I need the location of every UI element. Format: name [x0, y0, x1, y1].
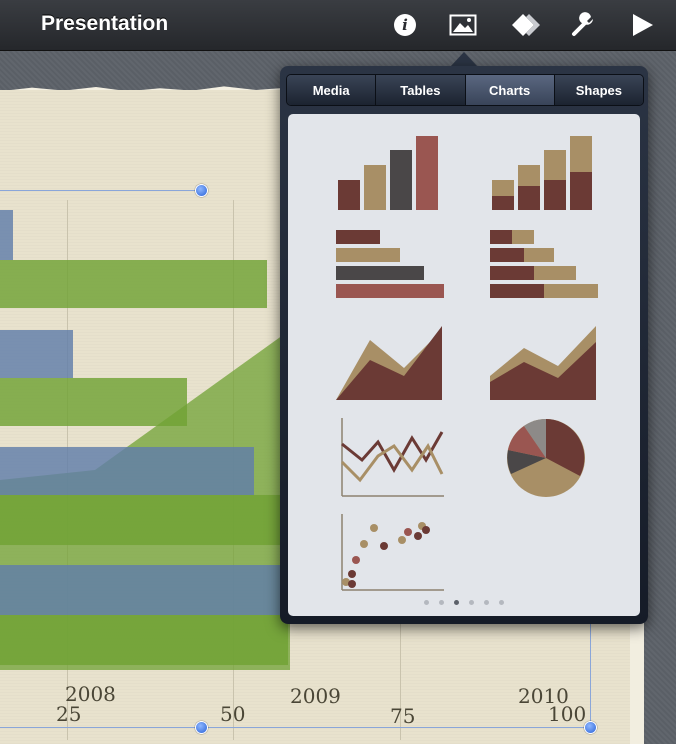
tab-shapes[interactable]: Shapes	[554, 75, 643, 105]
insert-tabs: Media Tables Charts Shapes	[286, 74, 644, 106]
selection-border-right	[590, 620, 591, 727]
stacked-area-chart-icon[interactable]	[488, 320, 600, 404]
svg-text:i: i	[402, 16, 408, 34]
chart-bar	[0, 260, 267, 308]
line-chart-icon[interactable]	[334, 416, 446, 500]
axis-label-tick: 50	[220, 702, 246, 726]
chart-bar	[0, 330, 73, 378]
pie-chart-icon[interactable]	[488, 416, 600, 500]
chart-bar	[0, 378, 187, 426]
axis-label-year: 2009	[290, 684, 341, 708]
stacked-column-chart-icon[interactable]	[488, 130, 600, 214]
selection-handle[interactable]	[195, 184, 208, 197]
tab-tables[interactable]: Tables	[376, 75, 466, 105]
chart-bar	[0, 447, 254, 495]
axis-label-tick: 75	[390, 704, 416, 728]
page-dot	[424, 600, 429, 605]
scatter-chart-icon[interactable]	[334, 512, 446, 596]
page-dot	[469, 600, 474, 605]
popover-arrow	[450, 52, 478, 67]
insert-popover: Media Tables Charts Shapes	[280, 66, 648, 624]
chart-bar	[0, 615, 288, 665]
tab-media[interactable]: Media	[287, 75, 377, 105]
animate-icon[interactable]	[510, 10, 540, 40]
selection-handle[interactable]	[195, 721, 208, 734]
column-chart-icon[interactable]	[334, 130, 446, 214]
chart-bar	[0, 495, 290, 545]
page-dot	[499, 600, 504, 605]
selection-border-top	[0, 190, 200, 191]
chart-bar	[0, 210, 13, 260]
page-dot	[484, 600, 489, 605]
play-icon[interactable]	[627, 10, 657, 40]
page-indicator[interactable]	[288, 600, 640, 605]
page-dot-current	[454, 600, 459, 605]
tab-charts[interactable]: Charts	[465, 75, 555, 105]
stacked-bar-chart-icon[interactable]	[488, 224, 600, 308]
app-title[interactable]: Presentation	[41, 12, 168, 36]
info-icon[interactable]: i	[390, 10, 420, 40]
axis-label-tick: 25	[56, 702, 82, 726]
selection-border-bottom	[0, 727, 590, 728]
bar-chart-icon[interactable]	[334, 224, 446, 308]
page-dot	[439, 600, 444, 605]
selection-handle[interactable]	[584, 721, 597, 734]
toolbar: Presentation i	[0, 0, 676, 51]
axis-label-tick: 100	[548, 702, 587, 726]
chart-picker	[288, 114, 640, 616]
area-chart-icon[interactable]	[334, 320, 446, 404]
media-icon[interactable]	[448, 10, 478, 40]
tools-icon[interactable]	[568, 10, 598, 40]
